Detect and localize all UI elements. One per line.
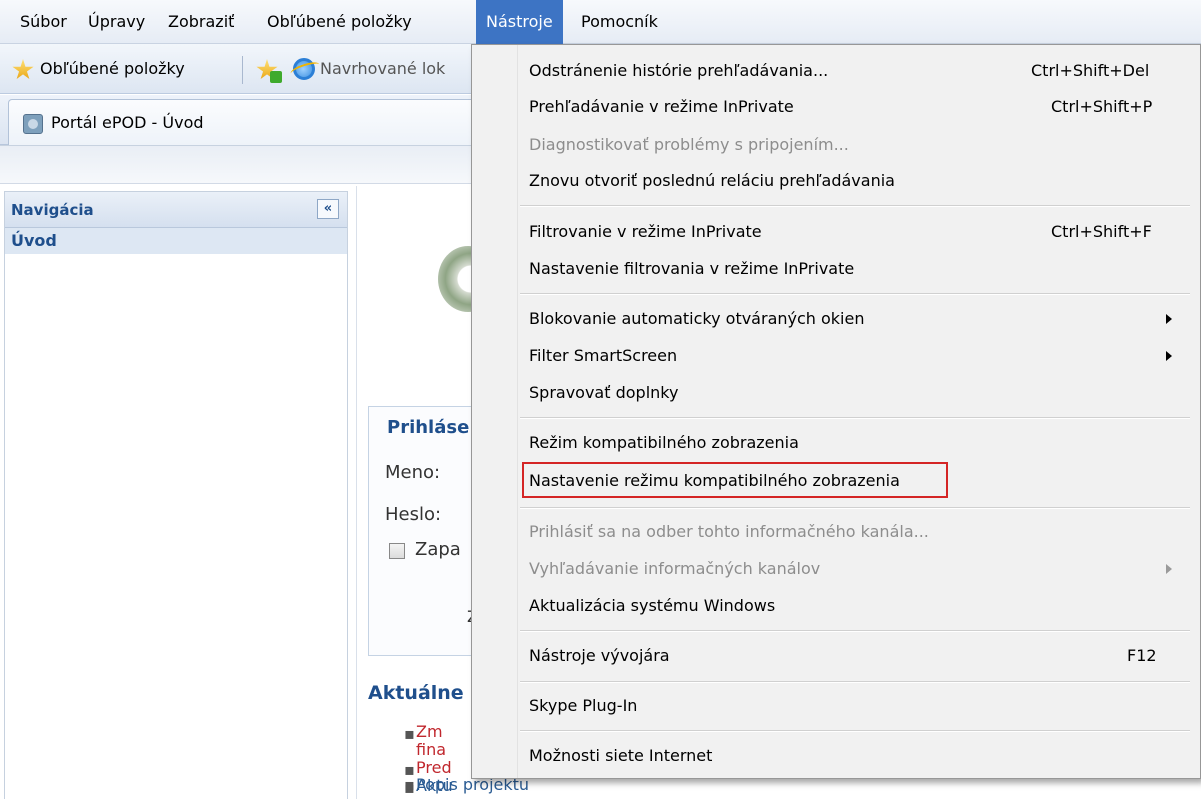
submenu-arrow-icon (1166, 351, 1172, 361)
nav-item-home[interactable]: Úvod (5, 228, 347, 254)
menu-icon-gutter (472, 45, 518, 778)
menu-item-compatibility-view[interactable]: Režim kompatibilného zobrazenia (529, 425, 799, 461)
shortcut-developer-tools: F12 (1127, 646, 1157, 665)
shortcut-inprivate-filtering: Ctrl+Shift+F (1051, 222, 1152, 241)
toolbar-separator (242, 56, 243, 84)
menu-item-delete-browsing-history[interactable]: Odstránenie histórie prehľadávania... (529, 53, 828, 89)
favorites-button[interactable]: Obľúbené položky (40, 44, 185, 94)
menu-item-inprivate-browsing[interactable]: Prehľadávanie v režime InPrivate (529, 89, 794, 125)
add-to-favorites-bar-icon[interactable] (256, 59, 282, 83)
menu-item-reopen-last-session[interactable]: Znovu otvoriť poslednú reláciu prehľadáv… (529, 163, 895, 199)
shortcut-inprivate-browsing: Ctrl+Shift+P (1051, 97, 1153, 116)
favorites-star-icon[interactable] (12, 59, 34, 80)
menu-item-smartscreen-filter[interactable]: Filter SmartScreen (529, 338, 677, 374)
menu-file[interactable]: Súbor (10, 0, 77, 44)
nav-item-label: Úvod (11, 231, 57, 250)
menu-item-windows-update[interactable]: Aktualizácia systému Windows (529, 588, 775, 624)
menu-tools[interactable]: Nástroje (476, 0, 563, 44)
news-item[interactable]: fina (416, 740, 446, 759)
navigation-title: Navigácia (11, 201, 94, 219)
content-border (356, 186, 357, 799)
menu-item-diagnose-connection[interactable]: Diagnostikovať problémy s pripojením... (529, 127, 849, 163)
collapse-panel-button[interactable]: « (317, 199, 339, 219)
news-bullet: ▪ (404, 775, 415, 794)
tools-menu-dropdown: Odstránenie histórie prehľadávania... Ct… (471, 44, 1201, 779)
menu-favorites[interactable]: Obľúbené položky (257, 0, 422, 44)
submenu-arrow-icon (1166, 314, 1172, 324)
news-item[interactable]: Zm (416, 722, 443, 741)
menu-item-inprivate-filtering-settings[interactable]: Nastavenie filtrovania v režime InPrivat… (529, 251, 854, 287)
navigation-panel: Navigácia « Úvod (4, 191, 348, 799)
news-bullet: ▪ (404, 724, 415, 743)
tab-title: Portál ePOD - Úvod (51, 113, 204, 132)
menu-separator (520, 630, 1190, 632)
submenu-arrow-icon (1166, 564, 1172, 574)
site-favicon-icon (23, 114, 43, 134)
menu-separator (520, 507, 1190, 509)
menu-separator (520, 681, 1190, 683)
navigation-header: Navigácia « (5, 192, 347, 228)
menu-item-manage-addons[interactable]: Spravovať doplnky (529, 375, 678, 411)
internet-explorer-icon (293, 58, 315, 80)
login-title: Prihláse (387, 417, 470, 438)
menu-item-internet-options[interactable]: Možnosti siete Internet (529, 738, 712, 774)
menu-bar: Súbor Úpravy Zobraziť Obľúbené položky N… (0, 0, 1201, 44)
menu-item-popup-blocker[interactable]: Blokovanie automaticky otváraných okien (529, 301, 864, 337)
menu-help[interactable]: Pomocník (571, 0, 668, 44)
menu-separator (520, 293, 1190, 295)
menu-item-skype-plugin[interactable]: Skype Plug-In (529, 688, 637, 724)
remember-me-checkbox[interactable] (389, 543, 405, 559)
highlight-annotation (522, 462, 948, 498)
shortcut-delete-history: Ctrl+Shift+Del (1031, 61, 1150, 80)
menu-separator (520, 730, 1190, 732)
suggested-sites-button[interactable]: Navrhované lok (320, 44, 445, 94)
remember-me-label: Zapa (415, 539, 461, 560)
menu-view[interactable]: Zobraziť (158, 0, 244, 44)
menu-edit[interactable]: Úpravy (78, 0, 155, 44)
password-label: Heslo: (385, 504, 442, 525)
username-label: Meno: (385, 462, 441, 483)
menu-separator (520, 205, 1190, 207)
news-title: Aktuálne (368, 682, 464, 704)
menu-item-developer-tools[interactable]: Nástroje vývojára (529, 638, 670, 674)
menu-item-inprivate-filtering[interactable]: Filtrovanie v režime InPrivate (529, 214, 762, 250)
menu-item-feed-discovery[interactable]: Vyhľadávanie informačných kanálov (529, 551, 820, 587)
menu-item-subscribe-feed[interactable]: Prihlásiť sa na odber tohto informačného… (529, 514, 929, 550)
menu-separator (520, 417, 1190, 419)
